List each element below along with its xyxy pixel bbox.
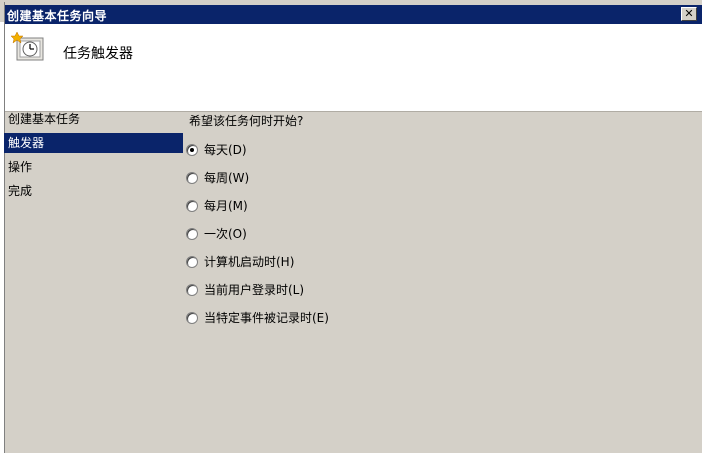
close-button[interactable]: ✕ [681, 7, 697, 21]
radio-label[interactable]: 每天(D) [204, 141, 247, 159]
radio-label[interactable]: 一次(O) [204, 225, 247, 243]
radio-button[interactable] [186, 144, 198, 156]
radio-button[interactable] [186, 200, 198, 212]
wizard-header: 任务触发器 [5, 24, 702, 112]
radio-button[interactable] [186, 284, 198, 296]
radio-label[interactable]: 计算机启动时(H) [204, 253, 294, 271]
nav-item-action[interactable]: 操作 [4, 157, 183, 177]
radio-selected-dot [190, 148, 194, 152]
radio-label[interactable]: 当前用户登录时(L) [204, 281, 304, 299]
nav-item-label: 完成 [8, 184, 33, 198]
title-bar: 创建基本任务向导 ✕ [5, 5, 702, 24]
page-title: 任务触发器 [63, 46, 133, 62]
wizard-steps-nav: 创建基本任务 触发器 操作 完成 [4, 109, 184, 249]
radio-button[interactable] [186, 256, 198, 268]
nav-item-label: 创建基本任务 [8, 112, 81, 126]
radio-button[interactable] [186, 228, 198, 240]
radio-label[interactable]: 每月(M) [204, 197, 248, 215]
nav-item-create-basic-task[interactable]: 创建基本任务 [4, 109, 183, 129]
trigger-prompt: 希望该任务何时开始? [189, 114, 304, 128]
nav-item-label: 触发器 [8, 136, 45, 150]
radio-label[interactable]: 每周(W) [204, 169, 249, 187]
close-icon: ✕ [684, 7, 694, 20]
clock-task-icon [11, 32, 44, 61]
radio-button[interactable] [186, 312, 198, 324]
radio-button[interactable] [186, 172, 198, 184]
window-title: 创建基本任务向导 [7, 9, 108, 23]
radio-label[interactable]: 当特定事件被记录时(E) [204, 309, 329, 327]
nav-item-finish[interactable]: 完成 [4, 181, 183, 201]
nav-item-trigger[interactable]: 触发器 [4, 133, 183, 153]
nav-item-label: 操作 [8, 160, 33, 174]
